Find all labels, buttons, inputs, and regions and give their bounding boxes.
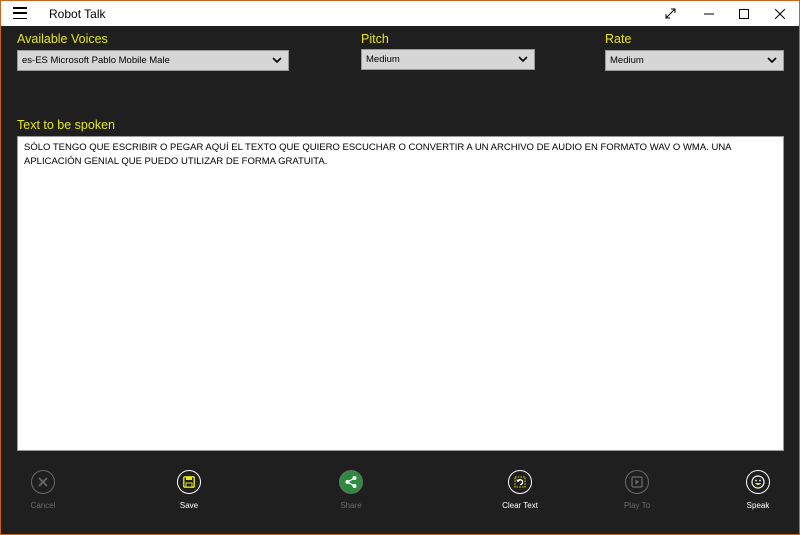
close-button[interactable] <box>763 1 797 26</box>
share-label: Share <box>340 501 362 510</box>
cancel-button[interactable]: Cancel <box>13 470 73 518</box>
title-bar: Robot Talk <box>1 1 799 26</box>
rate-dropdown[interactable]: Medium <box>605 50 784 71</box>
play-to-icon <box>631 476 643 488</box>
save-icon <box>183 476 195 488</box>
text-to-speak-input[interactable]: Sólo tengo que escribir o pegar aquí el … <box>17 136 784 451</box>
close-icon <box>775 8 785 19</box>
full-screen-button[interactable] <box>653 1 687 26</box>
share-icon <box>345 476 357 488</box>
minimize-icon <box>704 13 714 14</box>
pitch-label: Pitch <box>361 32 389 46</box>
pitch-dropdown[interactable]: Medium <box>361 49 535 70</box>
rate-label: Rate <box>605 32 632 46</box>
clear-text-icon <box>514 476 526 488</box>
share-button[interactable]: Share <box>321 470 381 518</box>
expand-icon <box>665 8 675 19</box>
voices-dropdown[interactable]: es-ES Microsoft Pablo Mobile Male <box>17 50 289 71</box>
chevron-down-icon <box>767 57 777 64</box>
chevron-down-icon <box>272 57 282 64</box>
speak-button[interactable]: Speak <box>728 470 788 518</box>
maximize-button[interactable] <box>727 1 761 26</box>
speak-label: Speak <box>746 501 770 510</box>
hamburger-menu-icon[interactable] <box>13 7 27 19</box>
chevron-down-icon <box>518 56 528 63</box>
cancel-icon <box>38 477 48 487</box>
clear-text-button[interactable]: Clear Text <box>490 470 550 518</box>
play-to-button[interactable]: Play To <box>607 470 667 518</box>
play-to-label: Play To <box>623 501 651 510</box>
maximize-icon <box>739 8 749 19</box>
rate-selected-value: Medium <box>610 55 644 66</box>
clear-text-label: Clear Text <box>502 501 538 510</box>
save-button[interactable]: Save <box>159 470 219 518</box>
voices-selected-value: es-ES Microsoft Pablo Mobile Male <box>22 55 170 66</box>
window-title: Robot Talk <box>49 7 106 21</box>
minimize-button[interactable] <box>692 1 726 26</box>
voices-label: Available Voices <box>17 32 108 46</box>
cancel-label: Cancel <box>30 501 56 510</box>
text-area-label: Text to be spoken <box>17 118 115 132</box>
save-label: Save <box>179 501 199 510</box>
pitch-selected-value: Medium <box>366 54 400 65</box>
robot-face-icon <box>751 475 765 489</box>
